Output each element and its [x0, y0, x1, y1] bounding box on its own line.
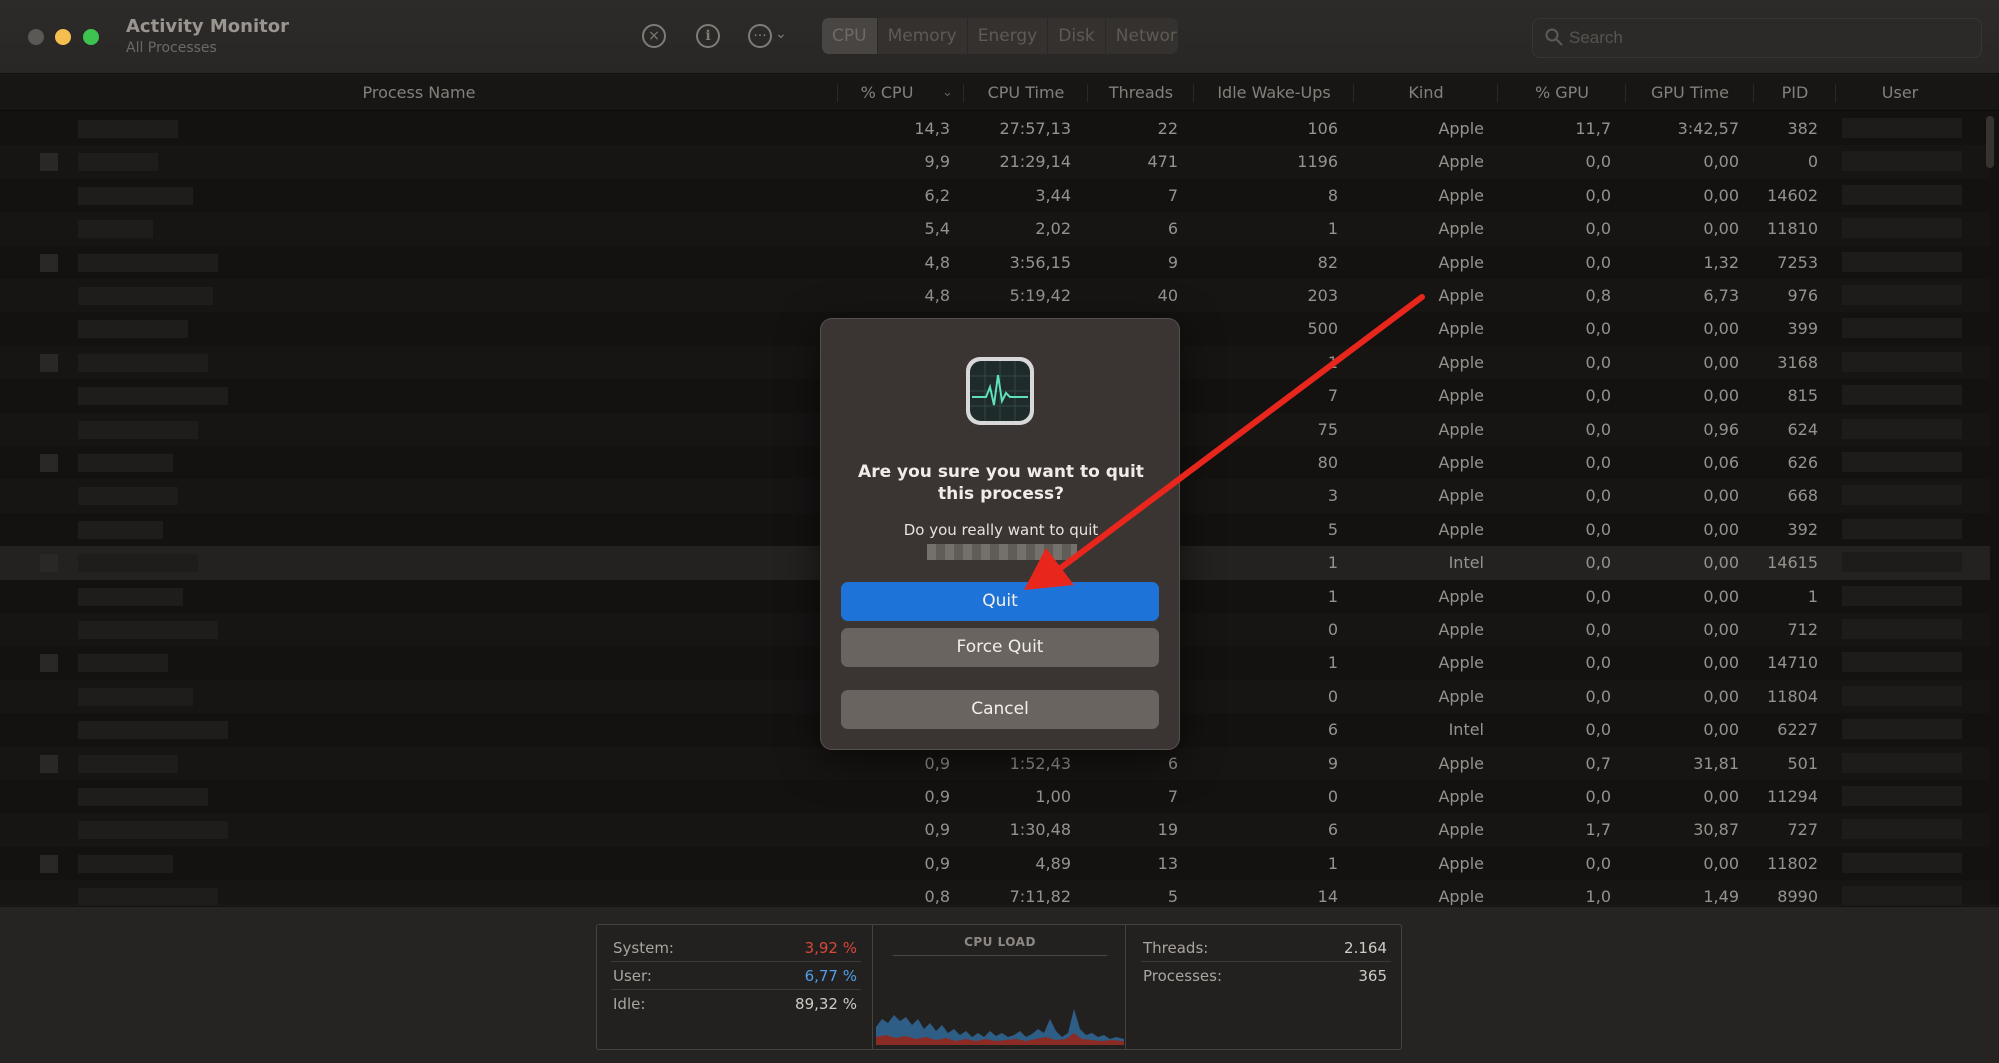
cpu-load-title: CPU LOAD [964, 935, 1036, 949]
window-subtitle: All Processes [126, 40, 217, 56]
minimize-window-button[interactable] [55, 29, 71, 45]
system-value: 3,92 % [804, 939, 857, 957]
more-icon[interactable]: ··· [748, 24, 772, 48]
user-label: User: [613, 967, 652, 985]
window-title: Activity Monitor [126, 16, 289, 37]
force-quit-button[interactable]: Force Quit [841, 628, 1159, 667]
graph-divider [893, 955, 1107, 956]
divider [611, 961, 861, 962]
tab-memory[interactable]: Memory [878, 18, 968, 54]
divider [611, 989, 861, 990]
idle-value: 89,32 % [795, 995, 857, 1013]
redacted-process-name [927, 544, 1077, 560]
tab-energy[interactable]: Energy [968, 18, 1049, 54]
search-input[interactable] [1569, 24, 1969, 52]
close-window-button[interactable] [28, 29, 44, 45]
cpu-summary-box: System: 3,92 % User: 6,77 % Idle: 89,32 … [596, 924, 1402, 1050]
tab-network[interactable]: Network [1106, 18, 1178, 54]
tab-cpu[interactable]: CPU [822, 18, 878, 54]
cpu-load-chart [876, 1009, 1124, 1045]
threads-value: 2.164 [1344, 939, 1387, 957]
cancel-button[interactable]: Cancel [841, 690, 1159, 729]
toolbar: Activity Monitor All Processes × i ··· ⌄… [0, 0, 1999, 74]
idle-label: Idle: [613, 995, 646, 1013]
zoom-window-button[interactable] [83, 29, 99, 45]
view-tabs: CPU Memory Energy Disk Network [822, 18, 1178, 54]
search-icon [1545, 28, 1563, 46]
user-value: 6,77 % [804, 967, 857, 985]
search-field[interactable] [1532, 18, 1982, 58]
dialog-title: Are you sure you want to quit this proce… [858, 462, 1144, 504]
stats-panel: System: 3,92 % User: 6,77 % Idle: 89,32 … [0, 906, 1999, 1063]
chevron-down-icon[interactable]: ⌄ [775, 26, 787, 42]
processes-label: Processes: [1143, 967, 1222, 985]
quit-button[interactable]: Quit [841, 582, 1159, 621]
stop-icon[interactable]: × [642, 24, 666, 48]
system-label: System: [613, 939, 674, 957]
tab-disk[interactable]: Disk [1048, 18, 1106, 54]
info-icon[interactable]: i [696, 24, 720, 48]
activity-monitor-window: Activity Monitor All Processes × i ··· ⌄… [0, 0, 1999, 1063]
quit-process-dialog: Are you sure you want to quit this proce… [820, 318, 1180, 750]
processes-value: 365 [1358, 967, 1387, 985]
activity-monitor-app-icon [966, 357, 1034, 425]
dialog-message: Do you really want to quit [903, 521, 1099, 539]
cpu-load-graph: CPU LOAD [872, 925, 1126, 1049]
divider [1141, 961, 1391, 962]
threads-label: Threads: [1143, 939, 1209, 957]
